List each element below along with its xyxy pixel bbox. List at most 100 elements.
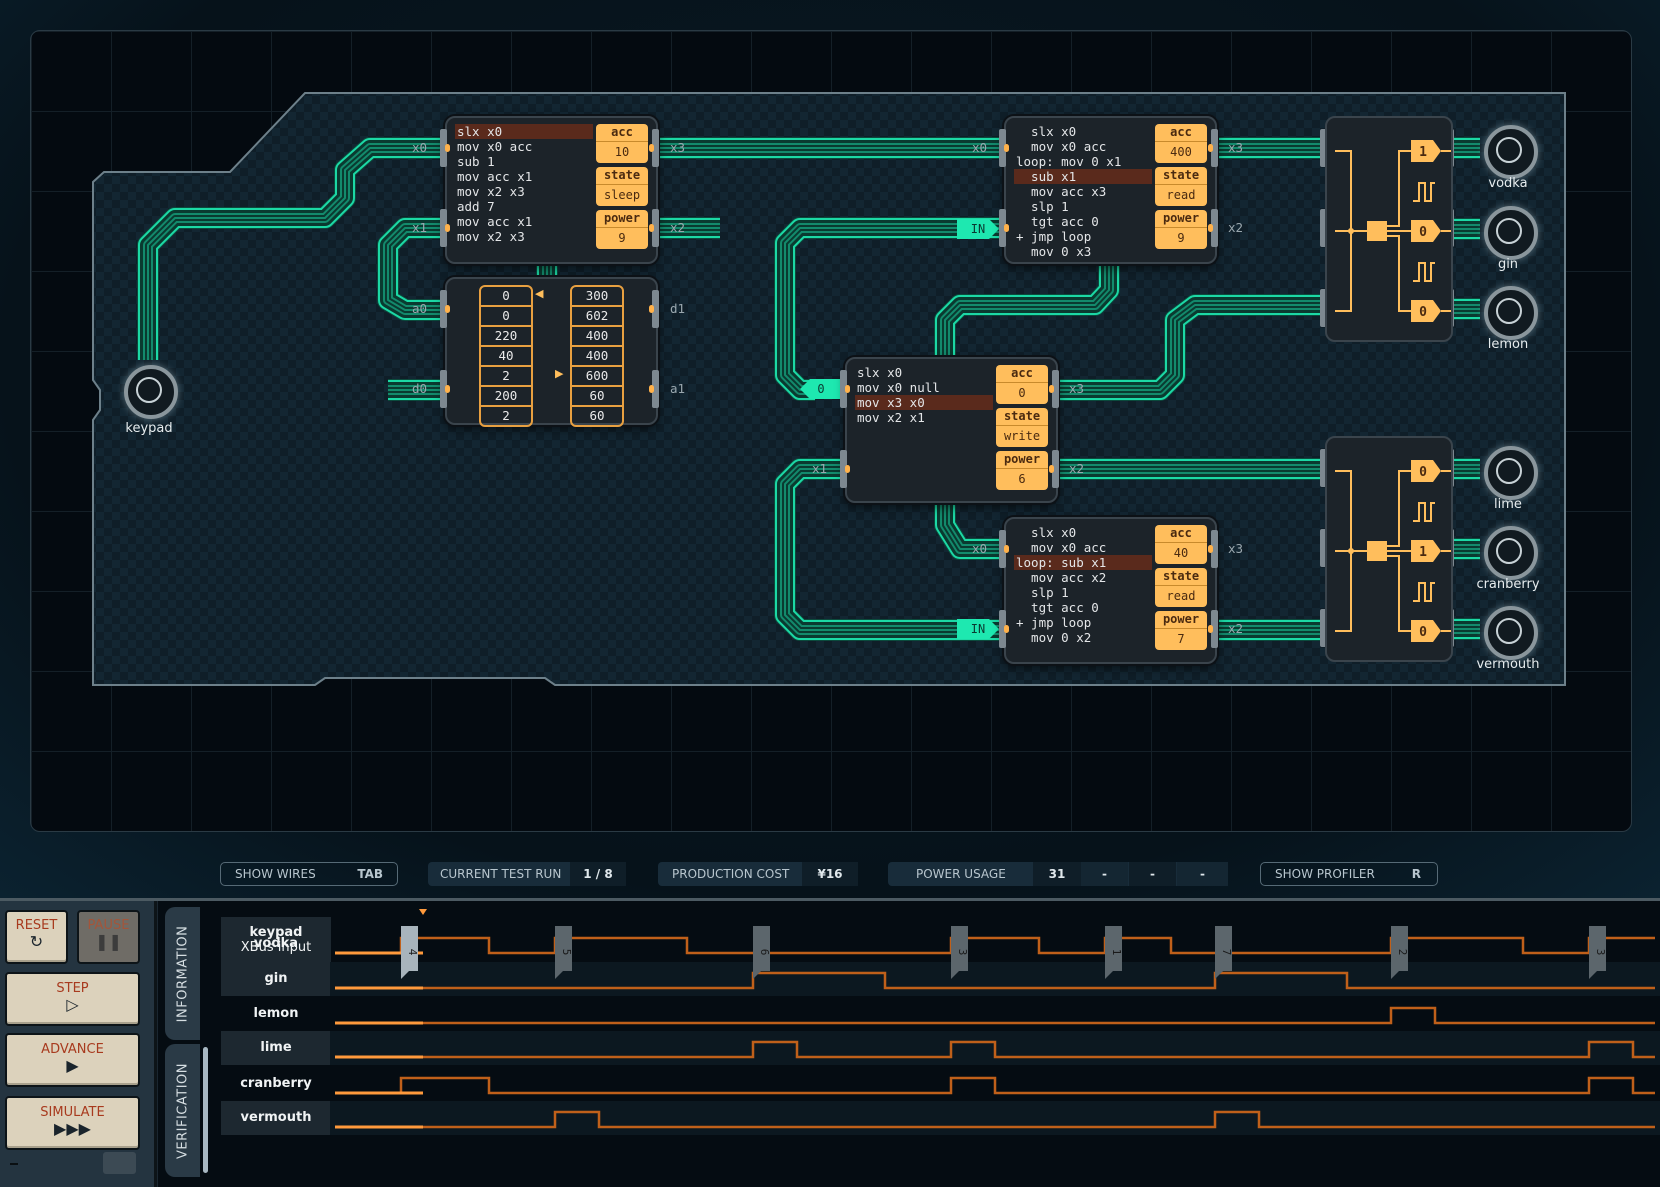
register-acc: acc 0: [996, 365, 1048, 404]
ram-chip[interactable]: 0 0 220 40 2 200 2 300 602 400 400 600 60 60 ◀ ▶: [445, 277, 658, 427]
output-gate: 0: [1411, 620, 1451, 642]
io-pin[interactable]: [1049, 370, 1059, 408]
simulate-button[interactable]: SIMULATE ▶▶▶: [5, 1096, 140, 1150]
io-pin[interactable]: [440, 209, 450, 247]
pause-icon: ❚❚: [95, 932, 122, 951]
microcontroller-bottom[interactable]: slx x0 mov x0 acc loop: sub x1 mov acc x2…: [1004, 517, 1217, 664]
register-panel: acc 0 state write power 6: [996, 365, 1048, 494]
code-listing[interactable]: slx x0 mov x0 acc loop: mov 0 x1 sub x1 m…: [1014, 124, 1152, 259]
io-pin[interactable]: [999, 530, 1009, 568]
code-line[interactable]: + jmp loop: [1014, 615, 1152, 630]
microcontroller-top-left[interactable]: slx x0 mov x0 acc sub 1 mov acc x1 mov x2 x3…: [445, 116, 658, 264]
io-pin[interactable]: [999, 209, 1009, 247]
code-line[interactable]: tgt acc 0: [1014, 214, 1152, 229]
code-line[interactable]: slp 1: [1014, 199, 1152, 214]
code-line[interactable]: slx x0: [1014, 124, 1152, 139]
ram-right-pointer-icon: ▶: [555, 367, 564, 380]
io-pin[interactable]: [649, 370, 659, 408]
code-line[interactable]: mov 0 x2: [1014, 630, 1152, 645]
io-pin[interactable]: [649, 290, 659, 328]
code-line[interactable]: sub 1: [455, 154, 593, 169]
code-listing[interactable]: slx x0 mov x0 acc loop: sub x1 mov acc x2…: [1014, 525, 1152, 645]
code-line[interactable]: mov x2 x3: [455, 229, 593, 244]
timeline-scrollbar[interactable]: [203, 1047, 208, 1173]
keypad-port[interactable]: [124, 365, 178, 419]
speaker-vodka[interactable]: [1484, 125, 1538, 179]
code-line[interactable]: mov x0 null: [855, 380, 993, 395]
io-pin[interactable]: [649, 129, 659, 167]
signal-label-cranberry: cranberry: [240, 1076, 312, 1091]
output-module-bottom[interactable]: 0 1 0: [1325, 436, 1453, 662]
io-pin[interactable]: [1049, 450, 1059, 488]
code-line[interactable]: mov 0 x3: [1014, 244, 1152, 259]
pause-button[interactable]: PAUSE ❚❚: [77, 910, 140, 964]
code-line[interactable]: slx x0: [455, 124, 593, 139]
code-line[interactable]: slp 1: [1014, 585, 1152, 600]
pin-label: x2: [1228, 220, 1244, 235]
code-line[interactable]: slx x0: [1014, 525, 1152, 540]
show-wires-button[interactable]: SHOW WIRES TAB: [220, 862, 398, 886]
speed-slider-handle[interactable]: [103, 1152, 136, 1174]
advance-button[interactable]: ADVANCE ▶: [5, 1033, 140, 1087]
code-line[interactable]: mov acc x1: [455, 214, 593, 229]
tab-verification[interactable]: VERIFICATION: [165, 1044, 200, 1177]
microcontroller-center[interactable]: slx x0 mov x0 null mov x3 x0 mov x2 x1 acc 0…: [845, 357, 1058, 503]
code-line[interactable]: mov x2 x1: [855, 410, 993, 425]
code-line[interactable]: mov x2 x3: [455, 184, 593, 199]
svg-text:IN: IN: [971, 222, 985, 236]
code-line[interactable]: sub x1: [1014, 169, 1152, 184]
simulate-icon: ▶▶▶: [54, 1119, 91, 1138]
io-pin[interactable]: [440, 290, 450, 328]
code-line[interactable]: loop: sub x1: [1014, 555, 1152, 570]
code-line[interactable]: add 7: [455, 199, 593, 214]
code-line[interactable]: mov x0 acc: [455, 139, 593, 154]
ram-cell: 602: [572, 307, 622, 327]
io-pin[interactable]: [999, 129, 1009, 167]
io-pin[interactable]: [440, 370, 450, 408]
speaker-vermouth[interactable]: [1484, 606, 1538, 660]
ram-cell: 0: [481, 307, 531, 327]
output-module-top[interactable]: 1 0 0: [1325, 116, 1453, 342]
code-line[interactable]: slx x0: [855, 365, 993, 380]
speaker-lime[interactable]: [1484, 446, 1538, 500]
io-pin[interactable]: [440, 129, 450, 167]
register-name: power: [996, 451, 1048, 469]
output-logic: 1 0 0: [1335, 140, 1451, 322]
code-line[interactable]: + jmp loop: [1014, 229, 1152, 244]
speaker-lemon[interactable]: [1484, 286, 1538, 340]
reset-button[interactable]: RESET ↻: [5, 910, 68, 964]
register-state: state sleep: [596, 167, 648, 206]
code-line[interactable]: loop: mov 0 x1: [1014, 154, 1152, 169]
pin-label: x0: [412, 140, 428, 155]
svg-text:0: 0: [817, 382, 824, 396]
io-pin[interactable]: [1208, 129, 1218, 167]
demux-block: [1367, 541, 1387, 561]
io-pin[interactable]: [1208, 610, 1218, 648]
tab-information[interactable]: INFORMATION: [165, 907, 200, 1040]
output-logic: 0 1 0: [1335, 460, 1451, 642]
code-line[interactable]: mov acc x3: [1014, 184, 1152, 199]
step-button[interactable]: STEP ▷: [5, 972, 140, 1026]
register-value: 7: [1177, 632, 1185, 646]
code-line[interactable]: mov x0 acc: [1014, 540, 1152, 555]
signal-label-lemon: lemon: [253, 1006, 299, 1021]
io-pin[interactable]: [649, 209, 659, 247]
code-line[interactable]: mov acc x2: [1014, 570, 1152, 585]
io-pin[interactable]: [840, 450, 850, 488]
speaker-cranberry[interactable]: [1484, 526, 1538, 580]
show-profiler-button[interactable]: SHOW PROFILER R: [1260, 862, 1438, 886]
register-power: power 6: [996, 451, 1048, 490]
code-line[interactable]: mov x3 x0: [855, 395, 993, 410]
code-line[interactable]: mov acc x1: [455, 169, 593, 184]
io-pin[interactable]: [999, 610, 1009, 648]
speaker-gin[interactable]: [1484, 206, 1538, 260]
register-power: power 7: [1155, 611, 1207, 650]
code-line[interactable]: tgt acc 0: [1014, 600, 1152, 615]
io-pin[interactable]: [840, 370, 850, 408]
microcontroller-top-right[interactable]: slx x0 mov x0 acc loop: mov 0 x1 sub x1 m…: [1004, 116, 1217, 264]
io-pin[interactable]: [1208, 530, 1218, 568]
io-pin[interactable]: [1208, 209, 1218, 247]
code-listing[interactable]: slx x0 mov x0 acc sub 1 mov acc x1 mov x2 x3…: [455, 124, 593, 244]
code-line[interactable]: mov x0 acc: [1014, 139, 1152, 154]
code-listing[interactable]: slx x0 mov x0 null mov x3 x0 mov x2 x1: [855, 365, 993, 425]
